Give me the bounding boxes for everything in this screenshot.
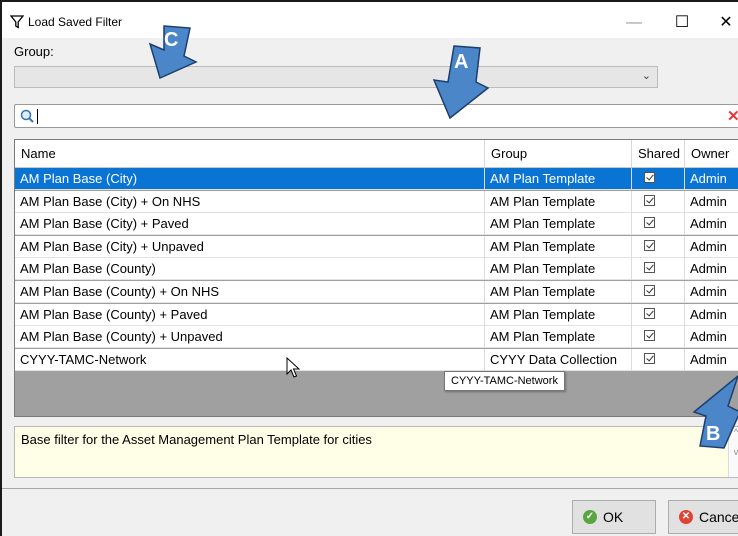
minimize-button[interactable]: — <box>614 8 654 38</box>
column-header-group[interactable]: Group <box>485 140 632 167</box>
ok-label: OK <box>603 509 624 525</box>
callout-label-b: B <box>706 423 720 445</box>
table-row[interactable]: AM Plan Base (County) AM Plan Template Adm… <box>15 258 738 281</box>
load-saved-filter-dialog: Load Saved Filter — ☐ ✕ Group: ⌄ ✕ Name … <box>0 0 738 536</box>
search-input[interactable]: ✕ <box>14 104 738 128</box>
cell-group: AM Plan Template <box>485 213 632 236</box>
shared-checkbox[interactable] <box>644 330 655 342</box>
callout-label-a: A <box>454 51 468 73</box>
filter-table: Name Group Shared Owner AM Plan Base (Ci… <box>14 139 738 417</box>
table-row[interactable]: AM Plan Base (City) + Paved AM Plan Templ… <box>15 213 738 236</box>
footer-divider <box>2 488 738 489</box>
cell-owner: Admin <box>685 213 738 235</box>
table-row[interactable]: AM Plan Base (City) AM Plan Template Admin <box>15 168 738 190</box>
check-circle-icon: ✓ <box>583 510 597 524</box>
cell-shared <box>632 235 685 258</box>
cell-shared <box>632 213 685 236</box>
description-box: Base filter for the Asset Management Pla… <box>14 426 738 478</box>
cell-group: AM Plan Template <box>485 281 632 303</box>
table-row[interactable]: CYYY-TAMC-Network CYYY Data Collection Adm… <box>15 348 738 371</box>
column-header-owner[interactable]: Owner <box>685 140 738 167</box>
shared-checkbox[interactable] <box>644 352 655 364</box>
shared-checkbox[interactable] <box>644 217 655 229</box>
callout-label-c: C <box>164 29 178 51</box>
cell-name: AM Plan Base (City) + On NHS <box>15 190 485 213</box>
mouse-pointer-icon <box>286 357 300 378</box>
search-icon <box>20 109 34 123</box>
chevron-down-icon[interactable]: ⌄ <box>642 69 651 82</box>
cell-group: CYYY Data Collection <box>485 348 632 371</box>
shared-checkbox[interactable] <box>644 262 655 274</box>
cell-group: AM Plan Template <box>485 190 632 213</box>
shared-checkbox[interactable] <box>644 172 655 183</box>
cell-name: AM Plan Base (County) + On NHS <box>15 281 485 303</box>
cell-shared <box>632 190 685 213</box>
cell-group: AM Plan Template <box>485 326 632 349</box>
group-dropdown[interactable]: ⌄ <box>14 66 658 88</box>
text-caret <box>37 109 38 124</box>
cell-shared <box>632 326 685 349</box>
cancel-button[interactable]: ✕ Cancel <box>668 500 738 534</box>
callout-arrow-b: B <box>692 375 738 449</box>
close-button[interactable]: ✕ <box>706 8 738 38</box>
filter-icon <box>10 15 24 29</box>
cancel-circle-icon: ✕ <box>679 510 693 524</box>
cell-group: AM Plan Template <box>485 168 632 190</box>
column-header-name[interactable]: Name <box>15 140 485 167</box>
table-row[interactable]: AM Plan Base (City) + On NHS AM Plan Temp… <box>15 190 738 213</box>
callout-arrow-a: A <box>432 45 490 120</box>
cell-name: AM Plan Base (County) + Paved <box>15 303 485 326</box>
cell-owner: Admin <box>685 326 738 348</box>
cell-name: CYYY-TAMC-Network <box>15 348 485 371</box>
cell-owner: Admin <box>685 236 738 258</box>
description-text: Base filter for the Asset Management Pla… <box>21 432 372 447</box>
title-bar: Load Saved Filter — ☐ ✕ <box>2 2 738 38</box>
window-title: Load Saved Filter <box>28 15 123 29</box>
table-row[interactable]: AM Plan Base (County) + Paved AM Plan Tem… <box>15 303 738 326</box>
cell-shared <box>632 258 685 281</box>
cell-name: AM Plan Base (City) <box>15 168 485 190</box>
cancel-label: Cancel <box>699 509 738 525</box>
table-row[interactable]: AM Plan Base (County) + On NHS AM Plan Te… <box>15 281 738 303</box>
shared-checkbox[interactable] <box>644 239 655 251</box>
cell-owner: Admin <box>685 168 738 190</box>
table-row[interactable]: AM Plan Base (County) + Unpaved AM Plan T… <box>15 326 738 349</box>
cell-group: AM Plan Template <box>485 258 632 281</box>
cell-name: AM Plan Base (County) <box>15 258 485 281</box>
table-row[interactable]: AM Plan Base (City) + Unpaved AM Plan Tem… <box>15 235 738 258</box>
shared-checkbox[interactable] <box>644 307 655 319</box>
column-header-shared[interactable]: Shared <box>632 140 685 167</box>
cell-shared <box>632 168 685 190</box>
cell-owner: Admin <box>685 258 738 280</box>
cell-name: AM Plan Base (County) + Unpaved <box>15 326 485 349</box>
clear-search-icon[interactable]: ✕ <box>727 107 738 125</box>
group-label: Group: <box>14 44 54 59</box>
cell-name: AM Plan Base (City) + Paved <box>15 213 485 236</box>
row-tooltip: CYYY-TAMC-Network <box>444 371 565 391</box>
cell-shared <box>632 348 685 371</box>
cell-shared <box>632 281 685 303</box>
shared-checkbox[interactable] <box>644 285 655 296</box>
cell-name: AM Plan Base (City) + Unpaved <box>15 235 485 258</box>
cell-group: AM Plan Template <box>485 303 632 326</box>
maximize-button[interactable]: ☐ <box>662 8 702 38</box>
cell-owner: Admin <box>685 281 738 303</box>
ok-button[interactable]: ✓ OK <box>572 500 656 534</box>
cell-shared <box>632 303 685 326</box>
shared-checkbox[interactable] <box>644 194 655 206</box>
table-header: Name Group Shared Owner <box>15 140 738 168</box>
callout-arrow-c: C <box>148 25 198 80</box>
cell-owner: Admin <box>685 349 738 371</box>
cell-owner: Admin <box>685 191 738 213</box>
cell-group: AM Plan Template <box>485 235 632 258</box>
cell-owner: Admin <box>685 304 738 326</box>
